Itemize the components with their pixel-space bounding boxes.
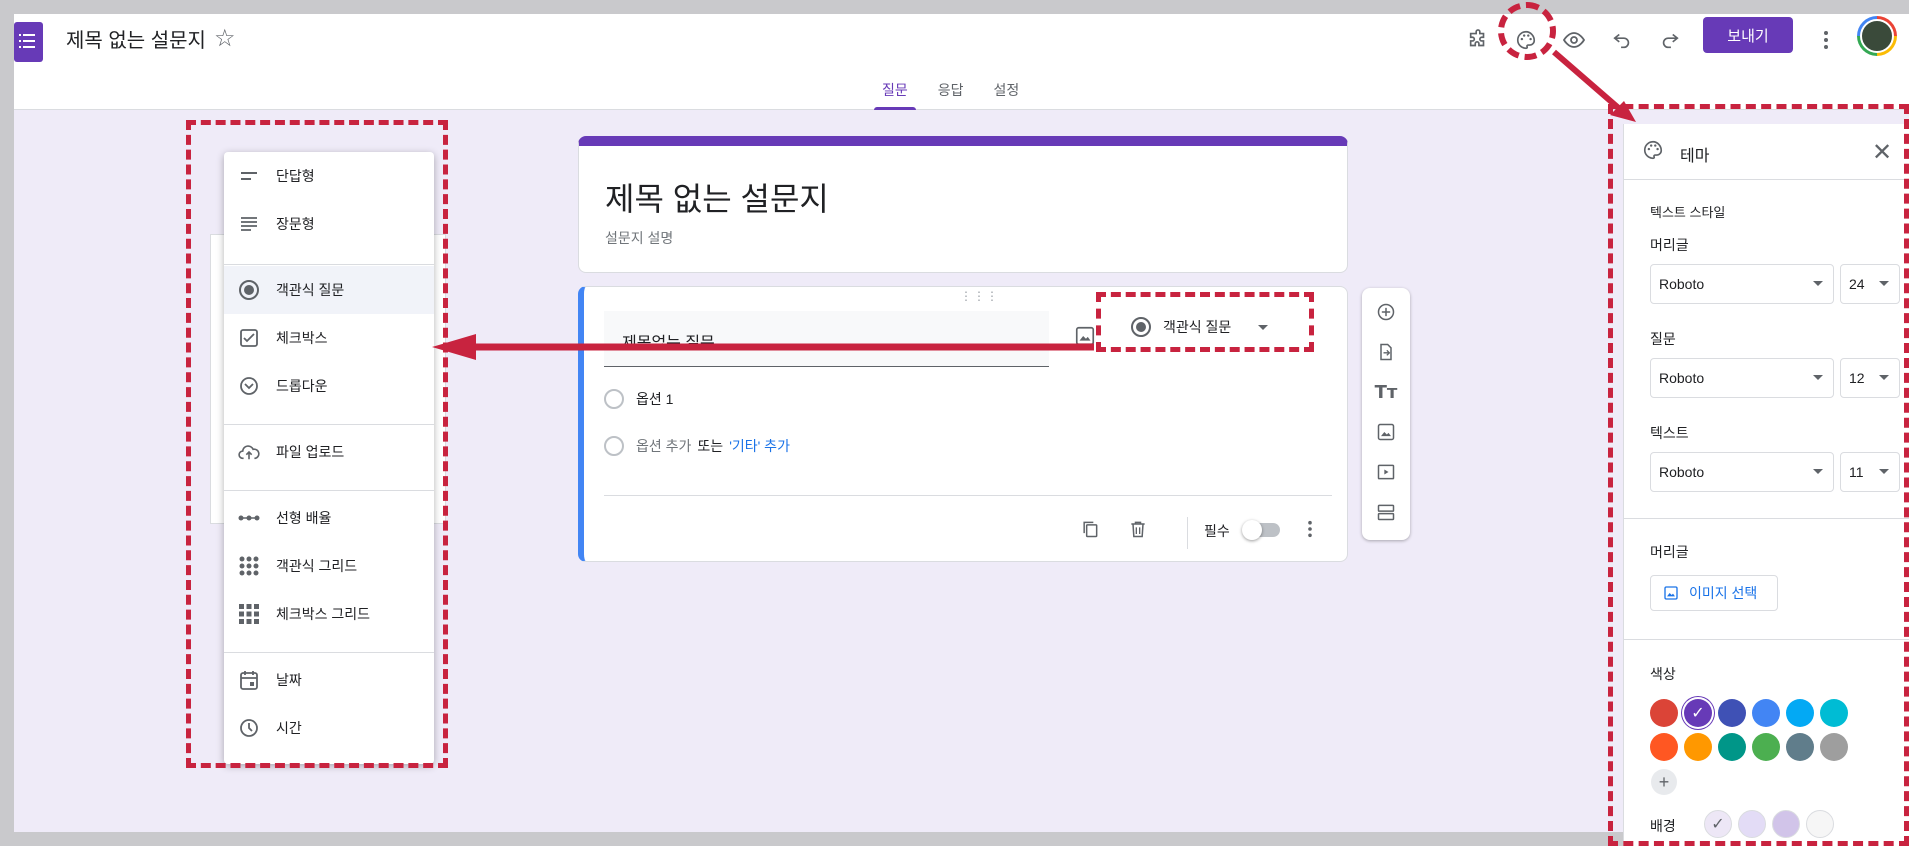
forms-app: 제목 없는 설문지 ☆ 보내기 질문 응답 설정 제목 없는 설문지 설문지 설… [14, 2, 1909, 846]
window-top-strip [0, 0, 1909, 14]
highlight-palette-circle [1498, 2, 1556, 60]
highlight-theme-panel-box [1608, 104, 1909, 846]
highlight-menu-box [186, 120, 448, 768]
screen: 제목 없는 설문지 ☆ 보내기 질문 응답 설정 제목 없는 설문지 설문지 설… [0, 0, 1909, 846]
arrow-to-theme-panel [1552, 49, 1624, 114]
highlight-type-select-box [1096, 292, 1314, 352]
